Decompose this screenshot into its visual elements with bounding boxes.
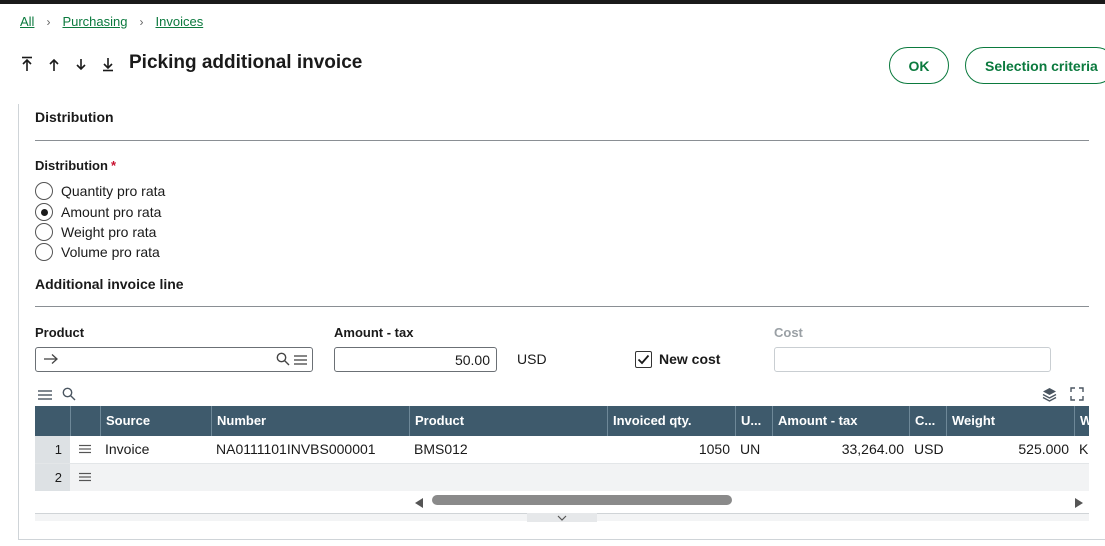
radio-label: Quantity pro rata [61,183,166,199]
radio-amount-pro-rata[interactable]: Amount pro rata [35,203,161,221]
cost-input [774,347,1051,372]
grid-menu-icon[interactable] [38,388,52,406]
chevron-right-icon: › [139,14,144,29]
chevron-right-icon: › [46,14,51,29]
new-cost-checkbox[interactable] [635,351,652,368]
radio-volume-pro-rata[interactable]: Volume pro rata [35,243,160,261]
scroll-thumb[interactable] [432,495,732,505]
column-header-w[interactable]: W [1074,406,1089,436]
arrow-last-icon[interactable] [99,54,116,74]
arrow-first-icon[interactable] [18,54,35,74]
row-menu-icon[interactable] [70,436,100,463]
row-number: 1 [35,436,70,463]
row-menu-icon[interactable] [70,464,100,491]
search-icon[interactable] [276,352,290,369]
column-header-source[interactable]: Source [100,406,211,436]
record-navigation [18,54,116,74]
chevron-down-icon [557,515,567,521]
arrow-down-icon[interactable] [72,54,89,74]
column-header-number[interactable]: Number [211,406,409,436]
expand-icon[interactable] [1070,387,1084,406]
product-input[interactable] [35,347,313,372]
lookup-arrow-icon [43,352,59,369]
horizontal-scrollbar[interactable] [410,492,1089,508]
radio-circle-selected[interactable] [35,203,53,221]
column-header-actions [70,406,100,436]
cell-source[interactable]: Invoice [100,436,211,463]
divider [35,306,1089,307]
column-header-rownum [35,406,70,436]
cell-invoiced-qty[interactable]: 1050 [607,436,735,463]
cell-product[interactable]: BMS012 [409,436,607,463]
page-title: Picking additional invoice [129,52,363,73]
layers-icon[interactable] [1042,387,1057,407]
cell-number[interactable]: NA0111101INVBS000001 [211,436,409,463]
radio-circle[interactable] [35,223,53,241]
radio-quantity-pro-rata[interactable]: Quantity pro rata [35,182,165,200]
amount-tax-label: Amount - tax [334,325,414,340]
required-marker: * [110,158,116,173]
cell-unit[interactable]: UN [735,436,772,463]
grid-header: Source Number Product Invoiced qty. U...… [35,406,1089,436]
table-row[interactable]: 1 Invoice NA0111101INVBS000001 BMS012 10… [35,436,1089,463]
radio-label: Volume pro rata [61,244,160,260]
cell-product[interactable] [409,464,1089,491]
breadcrumb: All › Purchasing › Invoices [20,14,203,29]
column-header-amount-tax[interactable]: Amount - tax [772,406,909,436]
arrow-up-icon[interactable] [45,54,62,74]
radio-label: Amount pro rata [61,204,162,220]
divider [35,140,1089,141]
radio-circle[interactable] [35,243,53,261]
check-icon [637,354,650,365]
distribution-label: Distribution * [35,158,116,173]
amount-tax-input[interactable]: 50.00 [334,347,497,372]
selection-criteria-button[interactable]: Selection criteria [965,47,1105,84]
cell-weight[interactable]: 525.000 [946,436,1074,463]
scroll-right-icon[interactable] [1075,495,1083,513]
column-header-invoiced-qty[interactable]: Invoiced qty. [607,406,735,436]
column-header-weight[interactable]: Weight [946,406,1074,436]
grid-expand-toggle[interactable] [527,513,597,522]
breadcrumb-purchasing[interactable]: Purchasing [62,14,127,29]
row-number: 2 [35,464,70,491]
top-bar [0,0,1105,4]
radio-label: Weight pro rata [61,224,157,240]
column-header-unit[interactable]: U... [735,406,772,436]
radio-circle[interactable] [35,182,53,200]
cell-w[interactable]: K [1074,436,1089,463]
menu-icon[interactable] [294,353,307,369]
invoice-line-section-title: Additional invoice line [35,276,184,292]
radio-weight-pro-rata[interactable]: Weight pro rata [35,223,156,241]
grid-search-icon[interactable] [62,387,76,406]
new-cost-label: New cost [659,351,721,367]
distribution-section-title: Distribution [35,109,114,125]
column-header-currency[interactable]: C... [909,406,946,436]
column-header-product[interactable]: Product [409,406,607,436]
cost-label: Cost [774,325,803,340]
ok-button[interactable]: OK [889,47,949,84]
product-label: Product [35,325,85,340]
breadcrumb-invoices[interactable]: Invoices [156,14,204,29]
amount-tax-value: 50.00 [454,352,490,368]
table-row[interactable]: 2 [35,464,1089,491]
cell-amount-tax[interactable]: 33,264.00 [772,436,909,463]
cell-currency[interactable]: USD [909,436,946,463]
breadcrumb-all[interactable]: All [20,14,34,29]
invoice-lines-grid: Source Number Product Invoiced qty. U...… [35,406,1089,491]
currency-label: USD [517,351,547,367]
scroll-left-icon[interactable] [415,495,423,513]
cell-source[interactable] [100,464,409,491]
